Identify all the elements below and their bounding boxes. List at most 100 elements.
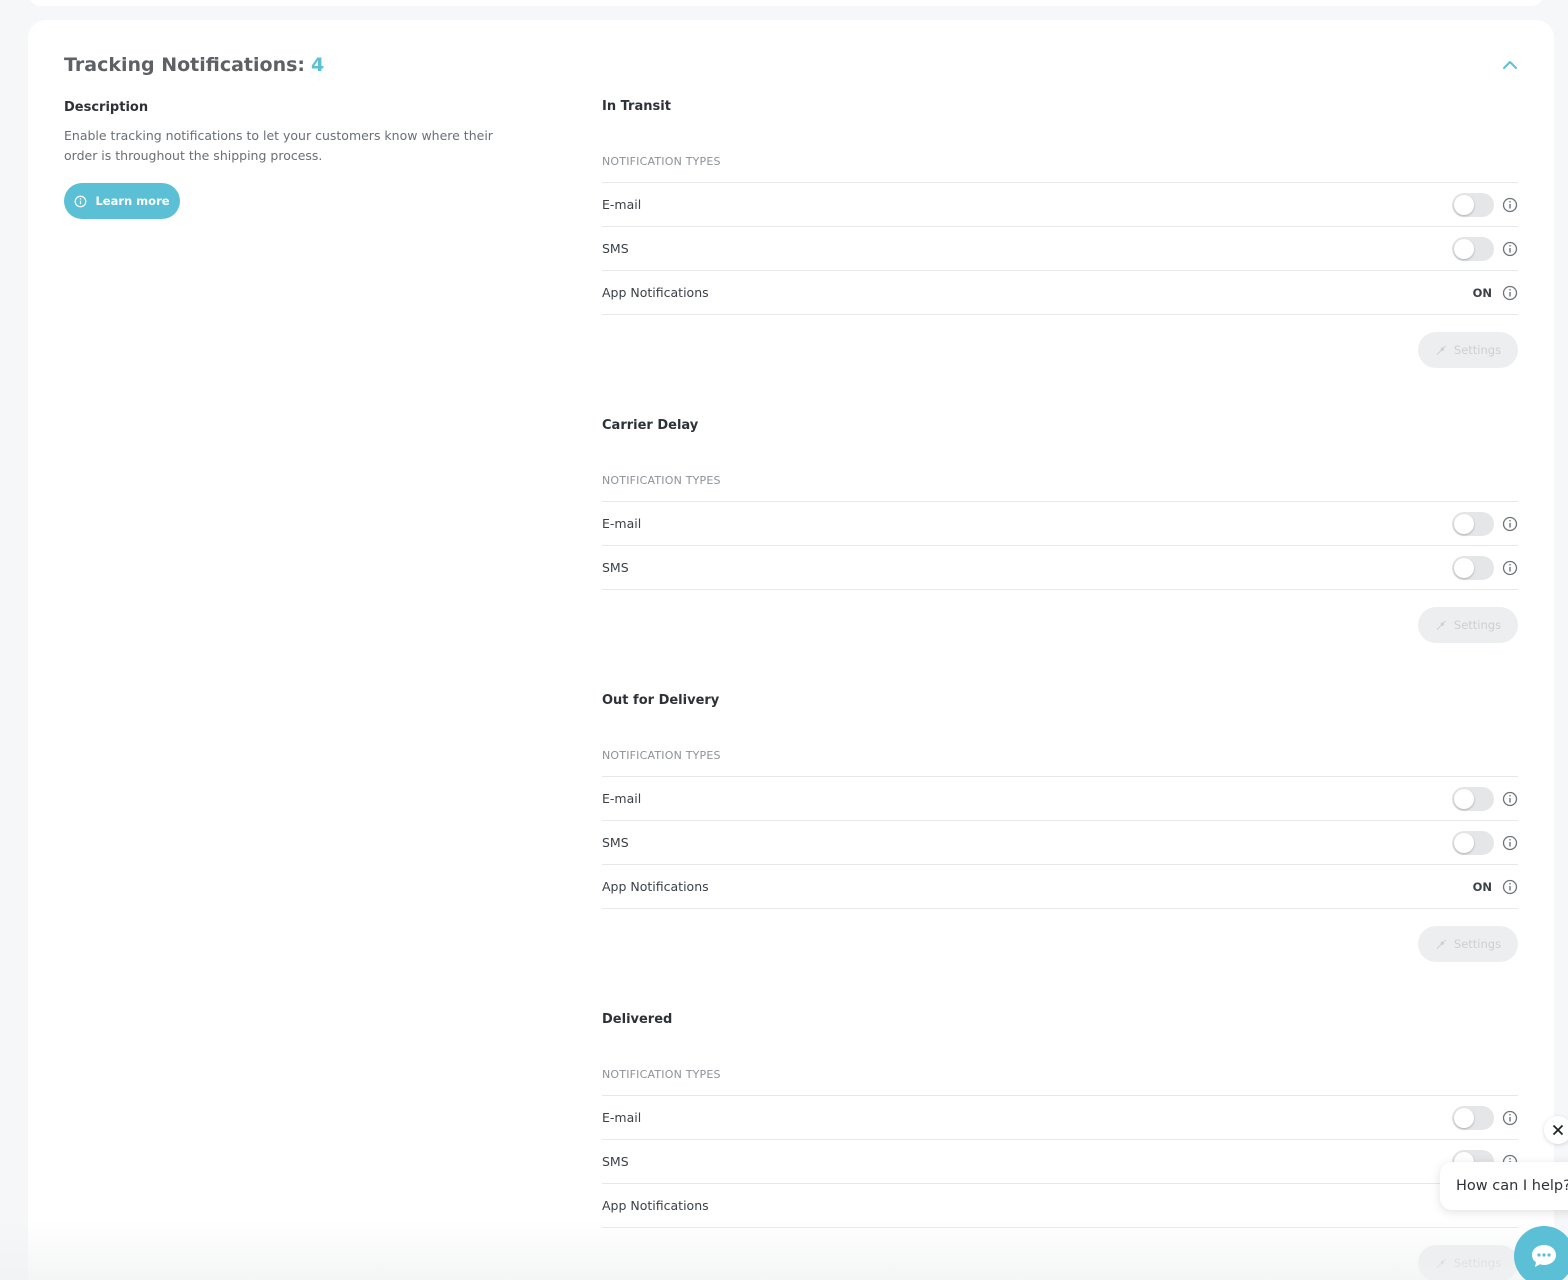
notification-row: E-mail — [602, 1096, 1518, 1140]
learn-more-label: Learn more — [95, 194, 170, 208]
notification-type-label: SMS — [602, 560, 629, 575]
info-icon[interactable] — [1502, 560, 1518, 576]
info-icon[interactable] — [1502, 285, 1518, 301]
toggle-knob — [1454, 239, 1474, 259]
notification-row: SMS — [602, 227, 1518, 271]
toggle-knob — [1454, 1108, 1474, 1128]
chat-launcher-button[interactable] — [1514, 1226, 1568, 1280]
notification-type-label: E-mail — [602, 791, 642, 806]
info-icon[interactable] — [1502, 791, 1518, 807]
notification-row: App Notifications — [602, 1184, 1518, 1228]
notification-type-label: E-mail — [602, 1110, 642, 1125]
notification-section: In Transit NOTIFICATION TYPES E-mail SMS App… — [602, 98, 1518, 383]
toggle-knob — [1454, 789, 1474, 809]
toggle-knob — [1454, 833, 1474, 853]
info-icon[interactable] — [1502, 835, 1518, 851]
info-icon[interactable] — [1502, 197, 1518, 213]
learn-more-button[interactable]: Learn more — [64, 183, 180, 219]
notification-toggle[interactable] — [1452, 512, 1494, 536]
wrench-icon — [1436, 620, 1446, 630]
notification-type-label: SMS — [602, 835, 629, 850]
settings-label: Settings — [1453, 343, 1502, 357]
info-icon[interactable] — [1502, 879, 1518, 895]
tracking-notifications-card: Tracking Notifications: 4 Description Ena… — [28, 20, 1554, 1280]
settings-row: Settings — [602, 1228, 1518, 1280]
notification-toggle[interactable] — [1452, 787, 1494, 811]
notification-type-label: SMS — [602, 1154, 629, 1169]
card-title-label: Tracking Notifications: — [64, 54, 306, 76]
previous-card — [28, 0, 1544, 6]
settings-button[interactable]: Settings — [1418, 607, 1518, 643]
page: Tracking Notifications: 4 Description Ena… — [0, 0, 1568, 1280]
card-title: Tracking Notifications: 4 — [64, 54, 324, 76]
notification-section: Delivered NOTIFICATION TYPES E-mail SMS App … — [602, 1011, 1518, 1280]
chevron-up-icon[interactable] — [1500, 58, 1520, 72]
row-controls — [1452, 821, 1518, 865]
description-text: Enable tracking notifications to let you… — [64, 128, 493, 163]
row-controls — [1452, 183, 1518, 227]
settings-button[interactable]: Settings — [1418, 1245, 1518, 1280]
description-heading: Description — [64, 100, 149, 115]
info-icon[interactable] — [1502, 241, 1518, 257]
section-title: Carrier Delay — [602, 418, 699, 433]
settings-row: Settings — [602, 590, 1518, 658]
settings-row: Settings — [602, 909, 1518, 977]
row-controls — [1452, 546, 1518, 590]
settings-label: Settings — [1453, 618, 1502, 632]
notification-type-label: E-mail — [602, 516, 642, 531]
notification-type-label: App Notifications — [602, 285, 709, 300]
notification-toggle[interactable] — [1452, 193, 1494, 217]
settings-label: Settings — [1453, 937, 1502, 951]
section-title: In Transit — [602, 99, 671, 114]
row-controls — [1452, 227, 1518, 271]
info-icon[interactable] — [1502, 516, 1518, 532]
notification-type-label: App Notifications — [602, 879, 709, 894]
chat-close-button[interactable] — [1544, 1116, 1568, 1144]
info-icon[interactable] — [1502, 1110, 1518, 1126]
row-controls: ON — [1473, 271, 1518, 315]
info-icon — [75, 195, 87, 207]
wrench-icon — [1436, 345, 1446, 355]
chat-prompt[interactable]: How can I help? — [1440, 1162, 1568, 1210]
notification-type-label: SMS — [602, 241, 629, 256]
notification-types-label: NOTIFICATION TYPES — [602, 749, 1518, 777]
toggle-knob — [1454, 514, 1474, 534]
section-title: Out for Delivery — [602, 693, 720, 708]
notification-toggle[interactable] — [1452, 1106, 1494, 1130]
section-title: Delivered — [602, 1012, 673, 1027]
notification-row: SMS — [602, 821, 1518, 865]
notification-types-label: NOTIFICATION TYPES — [602, 1068, 1518, 1096]
notification-type-label: E-mail — [602, 197, 642, 212]
notification-sections: In Transit NOTIFICATION TYPES E-mail SMS App… — [602, 98, 1518, 1280]
status-text: ON — [1472, 286, 1492, 300]
notification-row: SMS — [602, 1140, 1518, 1184]
row-controls — [1452, 1096, 1518, 1140]
notification-row: App Notifications ON — [602, 271, 1518, 315]
notification-type-label: App Notifications — [602, 1198, 709, 1213]
notification-row: E-mail — [602, 777, 1518, 821]
row-controls: ON — [1473, 865, 1518, 909]
notification-row: App Notifications ON — [602, 865, 1518, 909]
row-controls — [1452, 502, 1518, 546]
toggle-knob — [1454, 558, 1474, 578]
notification-toggle[interactable] — [1452, 237, 1494, 261]
notification-toggle[interactable] — [1452, 831, 1494, 855]
notification-row: E-mail — [602, 183, 1518, 227]
row-controls — [1452, 777, 1518, 821]
settings-button[interactable]: Settings — [1418, 332, 1518, 368]
notification-section: Out for Delivery NOTIFICATION TYPES E-mail… — [602, 692, 1518, 977]
settings-button[interactable]: Settings — [1418, 926, 1518, 962]
wrench-icon — [1436, 1258, 1446, 1268]
settings-label: Settings — [1453, 1256, 1502, 1270]
settings-row: Settings — [602, 315, 1518, 383]
notification-row: SMS — [602, 546, 1518, 590]
status-text: ON — [1472, 880, 1492, 894]
notification-toggle[interactable] — [1452, 556, 1494, 580]
notification-section: Carrier Delay NOTIFICATION TYPES E-mail SMS… — [602, 417, 1518, 658]
close-icon — [1552, 1124, 1564, 1136]
wrench-icon — [1436, 939, 1446, 949]
chat-bubble-icon — [1532, 1245, 1556, 1267]
